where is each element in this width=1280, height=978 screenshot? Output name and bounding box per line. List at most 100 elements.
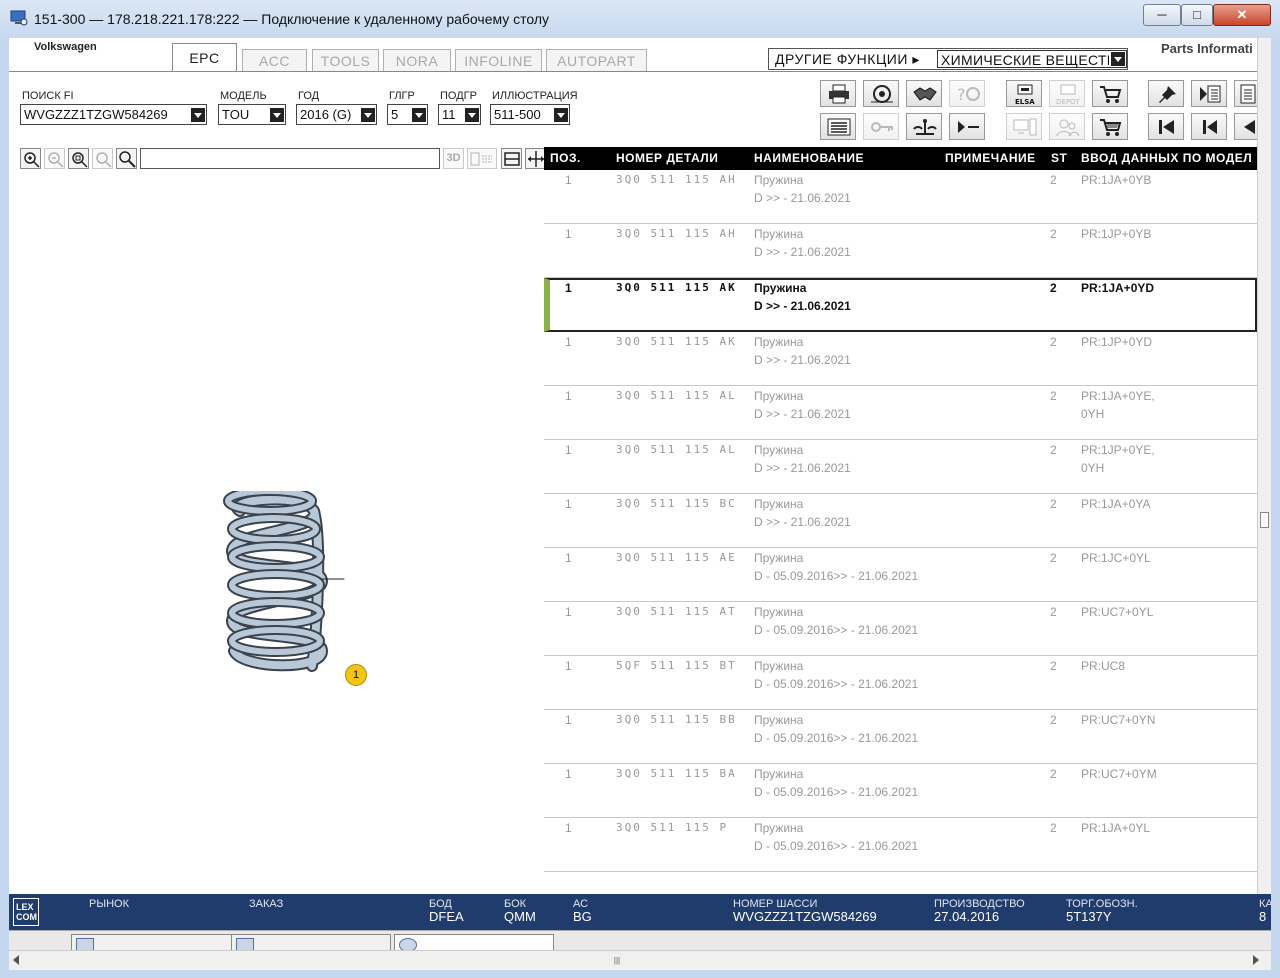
table-row[interactable]: 1 3Q0 511 115 AH Пружина D >> - 21.06.2021 2… [544, 224, 1257, 278]
play-dash-button[interactable] [949, 113, 985, 140]
doc-tab-3-active[interactable] [394, 934, 554, 950]
table-row[interactable]: 1 3Q0 511 115 AH Пружина D >> - 21.06.2021 2… [544, 170, 1257, 224]
layout-button[interactable] [501, 148, 522, 169]
sub-group-select[interactable]: 11 [438, 104, 481, 125]
scroll-thumb[interactable]: ||| [610, 955, 624, 966]
document-button[interactable] [1234, 80, 1258, 107]
cell-name: Пружина [754, 281, 807, 295]
minimize-button[interactable]: ─ [1143, 4, 1181, 26]
scroll-thumb[interactable] [1260, 512, 1269, 528]
table-row[interactable]: 1 3Q0 511 115 AE Пружина D - 05.09.2016>> -… [544, 548, 1257, 602]
zoom-out-button[interactable] [44, 148, 65, 169]
elsa-button[interactable]: ELSA [1006, 80, 1042, 107]
main-group-select[interactable]: 5 [387, 104, 428, 125]
tab-infoline[interactable]: INFOLINE [455, 49, 542, 71]
cell-name: Пружина [754, 821, 804, 835]
cart-button[interactable] [1092, 113, 1128, 140]
scroll-left-icon[interactable] [13, 955, 19, 965]
pin-button[interactable] [1148, 80, 1184, 107]
table-row[interactable]: 1 3Q0 511 115 AL Пружина D >> - 21.06.2021 2… [544, 386, 1257, 440]
close-button[interactable]: ✕ [1213, 4, 1271, 26]
doc-tab-1[interactable] [71, 934, 233, 950]
table-row[interactable]: 1 5QF 511 115 BT Пружина D - 05.09.2016>> -… [544, 656, 1257, 710]
prev-icon [1203, 120, 1217, 134]
table-row[interactable]: 1 3Q0 511 115 BB Пружина D - 05.09.2016>> -… [544, 710, 1257, 764]
chevron-down-icon[interactable] [1111, 52, 1125, 66]
chevron-down-icon[interactable] [361, 108, 375, 122]
panel-left-button[interactable] [1191, 80, 1227, 107]
split-view-button[interactable] [467, 148, 497, 169]
other-functions-select[interactable]: ХИМИЧЕСКИЕ ВЕЩЕСТВА [937, 50, 1127, 68]
brand-label: Volkswagen [34, 41, 97, 53]
scroll-right-icon[interactable] [1253, 955, 1259, 965]
horizontal-scrollbar[interactable]: ||| [9, 950, 1271, 970]
other-functions-menu[interactable]: ДРУГИЕ ФУНКЦИИ ▸ ХИМИЧЕСКИЕ ВЕЩЕСТВА [768, 48, 1128, 70]
col-part-number[interactable]: НОМЕР ДЕТАЛИ [616, 151, 718, 165]
callout-1[interactable]: 1 [345, 664, 367, 686]
print-button[interactable] [820, 80, 856, 107]
col-name[interactable]: НАИМЕНОВАНИЕ [754, 151, 864, 165]
model-label: МОДЕЛЬ [220, 90, 267, 102]
table-row-selected[interactable]: 1 3Q0 511 115 AK Пружина D >> - 21.06.2021 2… [544, 278, 1257, 332]
tab-nora[interactable]: NORA [383, 49, 451, 71]
depot-button[interactable]: DEPOT [1049, 80, 1085, 107]
table-row[interactable]: 1 3Q0 511 115 AL Пружина D >> - 21.06.2021 2… [544, 440, 1257, 494]
year-select[interactable]: 2016 (G) [296, 104, 377, 125]
handshake-button[interactable] [906, 80, 942, 107]
zoom-fit-button[interactable] [68, 148, 89, 169]
cell-pos: 1 [565, 497, 572, 511]
zoom-in-button[interactable] [20, 148, 41, 169]
chevron-down-icon[interactable] [191, 108, 205, 122]
table-row[interactable]: 1 3Q0 511 115 AK Пружина D >> - 21.06.2021 2… [544, 332, 1257, 386]
cell-part-number: 3Q0 511 115 P [616, 821, 729, 834]
tab-autopart[interactable]: AUTOPART [546, 49, 647, 71]
chevron-down-icon[interactable] [554, 108, 568, 122]
help-button[interactable]: ? [949, 80, 985, 107]
cart-in-button[interactable] [1092, 80, 1128, 107]
table-row[interactable]: 1 3Q0 511 115 AT Пружина D - 05.09.2016>> -… [544, 602, 1257, 656]
vertical-scrollbar[interactable] [1257, 38, 1271, 900]
back-button[interactable] [1234, 113, 1258, 140]
printer-icon [829, 84, 849, 104]
list-button[interactable] [820, 113, 856, 140]
scale-button[interactable] [906, 113, 942, 140]
tab-acc[interactable]: ACC [242, 49, 307, 71]
search-fi-field[interactable]: WVGZZZ1TZGW584269 [20, 104, 207, 125]
chevron-down-icon[interactable] [412, 108, 426, 122]
model-select[interactable]: TOU [218, 104, 286, 125]
first-button[interactable] [1148, 113, 1184, 140]
cell-pos: 1 [565, 605, 572, 619]
resize-divider-button[interactable] [525, 148, 546, 169]
table-row[interactable]: 1 3Q0 511 115 P Пружина D - 05.09.2016>> - … [544, 818, 1257, 872]
col-st[interactable]: ST [1051, 151, 1067, 165]
view-3d-button[interactable]: 3D [443, 148, 464, 169]
maximize-button[interactable]: □ [1181, 4, 1213, 26]
parts-list: 1 3Q0 511 115 AH Пружина D >> - 21.06.2021 2… [544, 170, 1257, 875]
illustration-toolbar: 3D [12, 147, 546, 170]
parts-wheel-button[interactable] [863, 80, 899, 107]
zoom-text-button[interactable] [92, 148, 113, 169]
maximize-icon: □ [1193, 7, 1201, 22]
illustration-search-input[interactable] [140, 148, 440, 169]
table-row[interactable]: 1 3Q0 511 115 BC Пружина D >> - 21.06.2021 2… [544, 494, 1257, 548]
search-button[interactable] [116, 148, 137, 169]
col-model-data[interactable]: ВВОД ДАННЫХ ПО МОДЕЛ [1081, 151, 1252, 165]
col-note[interactable]: ПРИМЕЧАНИЕ [945, 151, 1036, 165]
computer-button[interactable] [1006, 113, 1042, 140]
prev-button[interactable] [1191, 113, 1227, 140]
globe-icon [399, 938, 417, 950]
doc-tab-2[interactable] [231, 934, 391, 950]
chevron-down-icon[interactable] [465, 108, 479, 122]
lexcom-logo: LEX COM [13, 898, 39, 926]
tab-epc[interactable]: EPC [172, 43, 237, 72]
chevron-down-icon[interactable] [270, 108, 284, 122]
cell-pos: 1 [565, 767, 572, 781]
people-button[interactable] [1049, 113, 1085, 140]
illustration-select[interactable]: 511-500 [490, 104, 570, 125]
key-button[interactable] [863, 113, 899, 140]
table-row[interactable]: 1 3Q0 511 115 BA Пружина D - 05.09.2016>> -… [544, 764, 1257, 818]
tab-tools[interactable]: TOOLS [312, 49, 379, 71]
col-pos[interactable]: ПОЗ. [550, 151, 581, 165]
cell-date-range: D >> - 21.06.2021 [754, 299, 851, 313]
cell-name: Пружина [754, 497, 804, 511]
